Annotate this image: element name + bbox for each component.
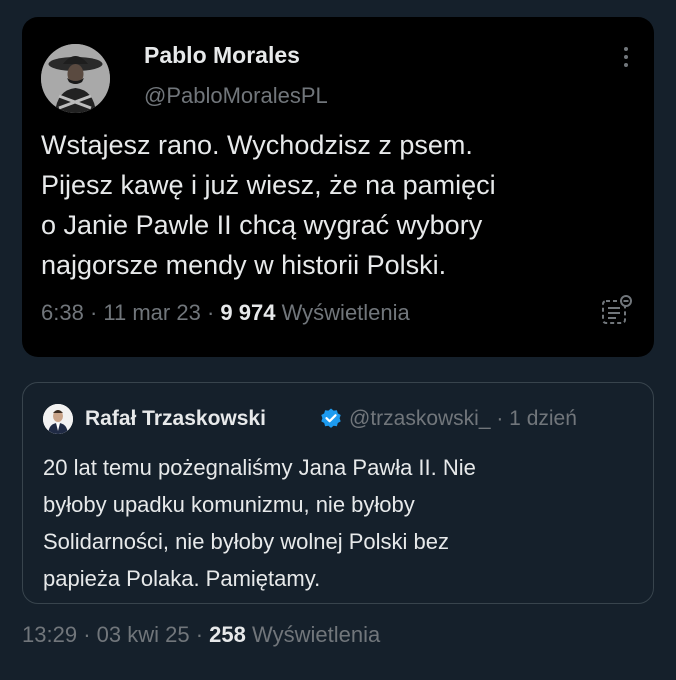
- author-name[interactable]: Pablo Morales: [144, 42, 300, 69]
- view-stats-icon[interactable]: [600, 293, 634, 332]
- post-time[interactable]: 13:29: [22, 622, 77, 647]
- quote-avatar[interactable]: [43, 404, 73, 434]
- quote-text-line: papieża Polaka. Pamiętamy.: [43, 566, 321, 591]
- tweet-time[interactable]: 6:38: [41, 300, 84, 325]
- quote-text-line: byłoby upadku komunizmu, nie byłoby: [43, 492, 415, 517]
- quote-avatar-image: [43, 404, 73, 434]
- avatar[interactable]: [41, 44, 110, 113]
- quote-text-line: 20 lat temu pożegnaliśmy Jana Pawła II. …: [43, 455, 476, 480]
- quote-age[interactable]: · 1 dzień: [496, 407, 577, 430]
- post-date[interactable]: 03 kwi 25: [97, 622, 190, 647]
- embedded-tweet-card[interactable]: Pablo Morales @PabloMoralesPL Wstajesz r…: [22, 17, 654, 357]
- tweet-date[interactable]: 11 mar 23: [103, 300, 200, 325]
- tweet-text-line: najgorsze mendy w historii Polski.: [41, 250, 447, 280]
- verified-badge-icon: [319, 407, 343, 436]
- tweet-text-line: o Janie Pawle II chcą wygrać wybory: [41, 210, 483, 240]
- post-views-count: 258: [209, 622, 246, 647]
- tweet-views-label: Wyświetlenia: [281, 300, 410, 325]
- avatar-image: [41, 44, 110, 113]
- quote-text-line: Solidarności, nie byłoby wolnej Polski b…: [43, 529, 449, 554]
- tweet-text-line: Pijesz kawę i już wiesz, że na pamięci: [41, 170, 496, 200]
- tweet-meta: 6:38 · 11 mar 23 · 9 974 Wyświetlenia: [41, 300, 410, 325]
- more-dots-icon[interactable]: [624, 47, 630, 71]
- author-handle[interactable]: @PabloMoralesPL: [144, 83, 328, 109]
- quote-author-name[interactable]: Rafał Trzaskowski: [85, 407, 266, 431]
- quote-text: 20 lat temu pożegnaliśmy Jana Pawła II. …: [43, 449, 633, 597]
- tweet-text-line: Wstajesz rano. Wychodzisz z psem.: [41, 130, 473, 160]
- tweet-text: Wstajesz rano. Wychodzisz z psem. Pijesz…: [41, 125, 631, 285]
- quote-handle-and-age: @trzaskowski_ · 1 dzień: [349, 407, 577, 431]
- post-views-label: Wyświetlenia: [252, 622, 381, 647]
- tweet-views-count: 9 974: [220, 300, 276, 325]
- post-meta: 13:29 · 03 kwi 25 · 258 Wyświetlenia: [22, 622, 381, 647]
- quote-author-handle[interactable]: @trzaskowski_: [349, 407, 491, 430]
- quoted-post-card[interactable]: Rafał Trzaskowski @trzaskowski_ · 1 dzie…: [22, 382, 654, 604]
